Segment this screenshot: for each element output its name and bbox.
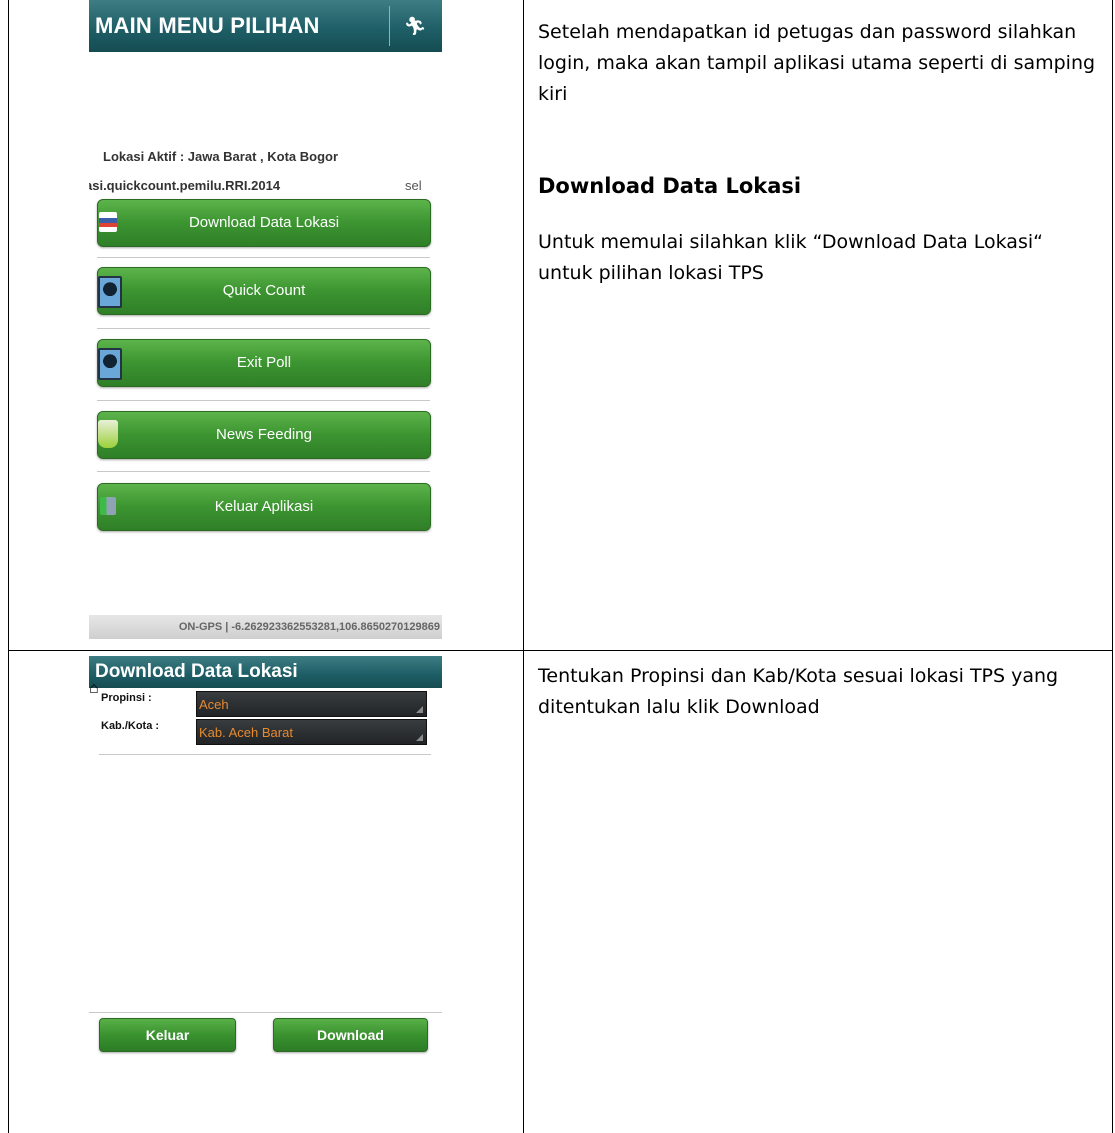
main-menu-title: MAIN MENU PILIHAN <box>95 13 320 38</box>
menu-separator <box>97 400 430 401</box>
gps-status-text: ON-GPS | -6.262923362553281,106.86502701… <box>178 621 440 633</box>
download-button[interactable]: Download <box>273 1018 428 1052</box>
gps-status-bar: ON-GPS | -6.262923362553281,106.86502701… <box>89 615 442 639</box>
download-titlebar: Download Data Lokasi ⌂ <box>89 656 442 697</box>
titlebar-separator <box>389 6 390 46</box>
active-location-label: Lokasi Aktif : Jawa Barat , Kota Bogor <box>103 149 339 164</box>
download-title: Download Data Lokasi <box>95 661 298 682</box>
main-menu-screenshot: MAIN MENU PILIHAN 🏃︎ Lokasi Aktif : Jawa… <box>89 0 442 642</box>
person-icon <box>98 348 122 380</box>
dropdown-corner-icon <box>416 706 423 713</box>
app-id-text: asi.quickcount.pemilu.RRI.2014 <box>89 178 281 193</box>
news-feeding-label: News Feeding <box>216 426 312 443</box>
menu-separator <box>97 257 430 258</box>
bucket-icon <box>98 420 118 448</box>
table-divider-horizontal <box>8 650 1113 651</box>
propinsi-label: Propinsi : <box>101 692 152 704</box>
map-icon <box>99 212 117 232</box>
app-id-right-text: sel <box>405 178 422 193</box>
footer-separator <box>89 1012 442 1013</box>
kab-kota-label: Kab./Kota : <box>101 720 160 732</box>
download-data-lokasi-label: Download Data Lokasi <box>188 214 340 231</box>
exit-door-icon <box>100 497 116 515</box>
section-heading: Download Data Lokasi <box>538 174 802 198</box>
download-data-lokasi-button[interactable]: Download Data Lokasi <box>97 199 431 247</box>
exit-poll-button[interactable]: Exit Poll <box>97 339 431 387</box>
main-menu-titlebar: MAIN MENU PILIHAN 🏃︎ <box>89 0 442 52</box>
section-body: Untuk memulai silahkan klik “Download Da… <box>538 231 1043 284</box>
intro-paragraph: Setelah mendapatkan id petugas dan passw… <box>538 21 1096 105</box>
document-table: MAIN MENU PILIHAN 🏃︎ Lokasi Aktif : Jawa… <box>0 0 1115 1133</box>
propinsi-select[interactable]: Aceh <box>196 691 427 717</box>
person-icon <box>98 276 122 308</box>
quick-count-button[interactable]: Quick Count <box>97 267 431 315</box>
table-divider-vertical <box>523 0 524 1133</box>
kab-kota-select[interactable]: Kab. Aceh Barat <box>196 719 427 745</box>
exit-poll-label: Exit Poll <box>236 354 292 371</box>
table-border-right <box>1112 0 1113 1133</box>
propinsi-value: Aceh <box>199 697 229 712</box>
form-separator <box>99 754 431 755</box>
download-data-lokasi-screenshot: Download Data Lokasi ⌂ Propinsi : Aceh K… <box>89 656 442 1124</box>
dropdown-corner-icon <box>416 734 423 741</box>
running-man-icon[interactable]: 🏃︎ <box>401 12 429 40</box>
kab-kota-value: Kab. Aceh Barat <box>199 725 293 740</box>
keluar-aplikasi-button[interactable]: Keluar Aplikasi <box>97 483 431 531</box>
menu-separator <box>97 328 430 329</box>
keluar-button[interactable]: Keluar <box>99 1018 236 1052</box>
menu-separator <box>97 471 430 472</box>
news-feeding-button[interactable]: News Feeding <box>97 411 431 459</box>
table-border-left <box>8 0 9 1133</box>
propinsi-instruction: Tentukan Propinsi dan Kab/Kota sesuai lo… <box>538 665 1059 718</box>
keluar-aplikasi-label: Keluar Aplikasi <box>214 498 314 515</box>
quick-count-label: Quick Count <box>222 282 306 299</box>
